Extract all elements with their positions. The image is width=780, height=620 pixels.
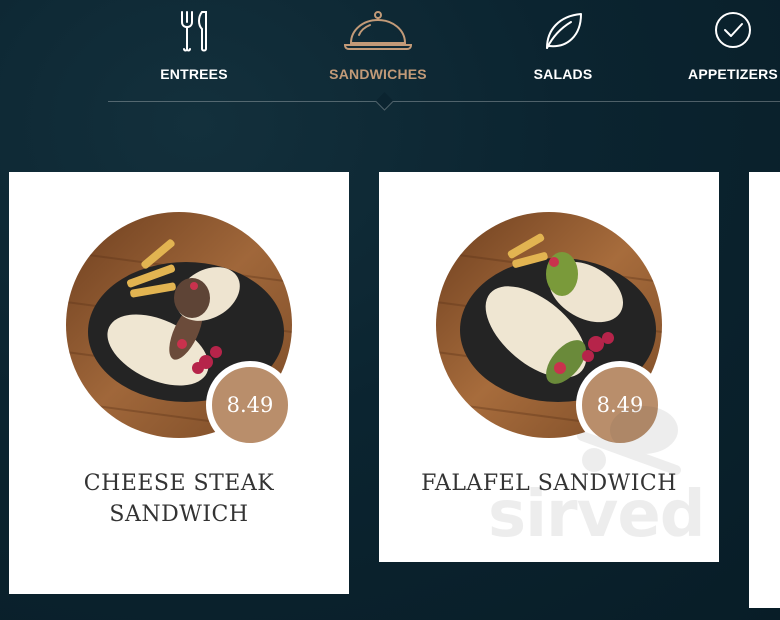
nav-divider (108, 101, 780, 102)
price-badge: 8.49 (576, 361, 664, 449)
leaf-icon (546, 13, 582, 49)
menu-item-card[interactable] (749, 172, 780, 608)
price-badge: 8.49 (206, 361, 294, 449)
category-nav: ENTREES SANDWICHES SALADS APPETIZERS (108, 0, 780, 111)
tab-appetizers[interactable]: APPETIZERS (686, 0, 780, 96)
item-name: CHEESE STEAK SANDWICH (9, 468, 349, 530)
tab-sandwiches[interactable]: SANDWICHES (324, 0, 432, 96)
tab-salads[interactable]: SALADS (528, 0, 598, 96)
cloche-icon (343, 11, 413, 50)
tab-entrees[interactable]: ENTREES (158, 0, 230, 96)
menu-item-card[interactable]: 8.49 FALAFEL SANDWICH (379, 172, 719, 562)
item-name-line: FALAFEL SANDWICH (421, 471, 677, 496)
item-name: FALAFEL SANDWICH (379, 468, 719, 499)
tab-entrees-label: ENTREES (160, 66, 228, 82)
tab-sandwiches-label: SANDWICHES (329, 66, 427, 82)
tab-appetizers-label: APPETIZERS (688, 66, 778, 82)
tab-salads-label: SALADS (533, 66, 593, 82)
menu-item-card[interactable]: 8.49 CHEESE STEAK SANDWICH (9, 172, 349, 594)
fork-knife-icon (181, 11, 207, 52)
check-circle-icon (715, 12, 751, 48)
item-name-line: CHEESE STEAK (83, 471, 275, 496)
item-name-line: SANDWICH (109, 502, 249, 527)
